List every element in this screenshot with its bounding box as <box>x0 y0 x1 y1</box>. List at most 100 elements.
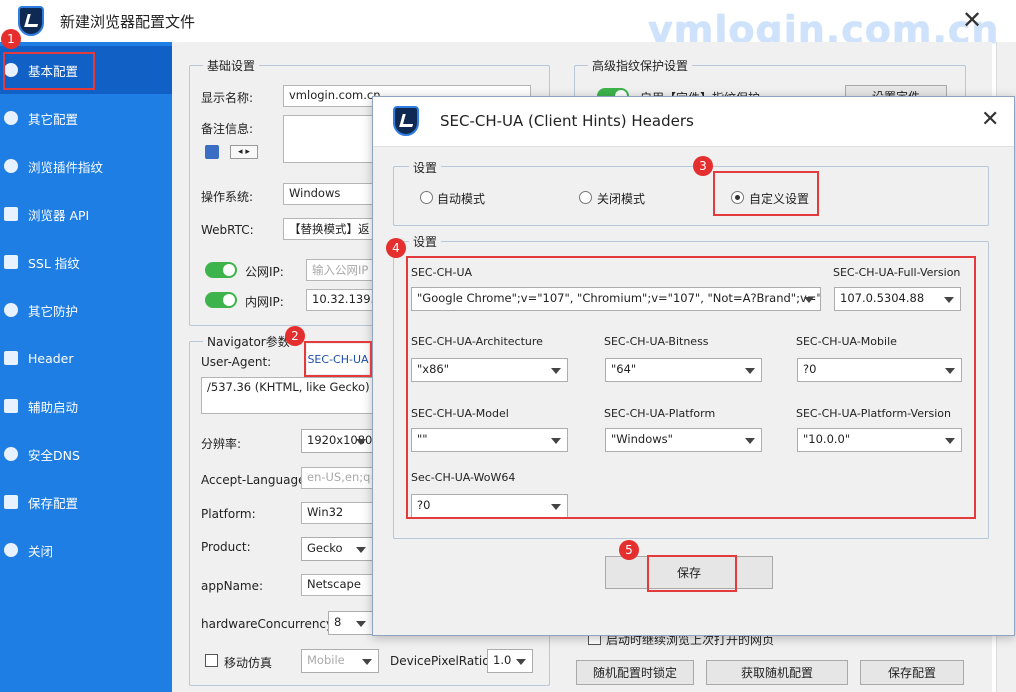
chrome-icon <box>4 111 18 125</box>
step-badge-1: 1 <box>1 29 21 49</box>
lock-icon <box>4 255 18 269</box>
mobile-field-select[interactable]: ?0 <box>797 358 962 382</box>
user-agent-textarea[interactable]: /537.36 (KHTML, like Gecko) Chrom <box>201 377 373 414</box>
accept-language-input[interactable]: en-US,en;q= <box>301 467 373 489</box>
hardware-concurrency-select[interactable]: 8 <box>328 611 373 635</box>
display-name-label: 显示名称: <box>201 91 254 105</box>
cmd-icon <box>4 399 18 413</box>
sec-ch-ua-label: SEC-CH-UA <box>411 266 473 279</box>
platform-version-label: SEC-CH-UA-Platform-Version <box>796 407 951 420</box>
dpr-label: DevicePixelRatio: <box>390 654 494 668</box>
step-badge-4: 4 <box>386 238 406 258</box>
mobile-checkbox[interactable] <box>205 654 218 667</box>
accept-language-label: Accept-Language: <box>201 473 310 487</box>
bitness-label: SEC-CH-UA-Bitness <box>604 335 709 348</box>
plugin-icon <box>4 159 18 173</box>
sec-ch-ua-dialog: SEC-CH-UA (Client Hints) Headers ✕ 设置 自动… <box>372 96 1015 636</box>
header-icon <box>4 351 18 365</box>
private-ip-input[interactable]: 10.32.139.2 <box>306 289 373 311</box>
navigator-title: Navigator参数 <box>203 333 294 350</box>
dialog-logo-icon <box>393 106 419 136</box>
auto-mode-radio[interactable] <box>420 191 433 204</box>
save-config-button[interactable]: 保存配置 <box>860 660 964 685</box>
sidebar-item-save[interactable]: 保存配置 <box>0 478 172 526</box>
appname-label: appName: <box>201 579 264 593</box>
sidebar-item-basic[interactable]: 基本配置 <box>0 46 172 94</box>
platform-version-select[interactable]: "10.0.0" <box>797 428 962 452</box>
platform-input[interactable]: Win32 <box>301 502 373 524</box>
compass-icon <box>4 63 18 77</box>
bitness-select[interactable]: "64" <box>605 358 762 382</box>
full-version-select[interactable]: 107.0.5304.88 <box>834 287 961 311</box>
sidebar-item-assist-launch[interactable]: 辅助启动 <box>0 382 172 430</box>
dialog-title: SEC-CH-UA (Client Hints) Headers <box>440 112 694 130</box>
close-circle-icon <box>4 543 18 557</box>
sidebar-item-header[interactable]: Header <box>0 334 172 382</box>
sidebar: 基本配置 其它配置 浏览插件指纹 浏览器 API SSL 指纹 其它防护 Hea… <box>0 42 172 692</box>
dialog-close-icon[interactable]: ✕ <box>981 109 999 131</box>
private-ip-toggle[interactable] <box>205 292 237 308</box>
product-select[interactable]: Gecko <box>301 537 373 561</box>
mobile-field-label: SEC-CH-UA-Mobile <box>796 335 897 348</box>
resolution-label: 分辨率: <box>201 437 242 451</box>
sidebar-item-browser-api[interactable]: 浏览器 API <box>0 190 172 238</box>
appname-input[interactable]: Netscape <box>301 574 373 596</box>
sec-ch-ua-button[interactable]: SEC-CH-UA <box>307 344 369 374</box>
model-select[interactable]: "" <box>411 428 568 452</box>
get-random-config-button[interactable]: 获取随机配置 <box>706 660 848 685</box>
user-agent-label: User-Agent: <box>201 355 272 369</box>
custom-mode-radio[interactable] <box>731 191 744 204</box>
platform-field-label: SEC-CH-UA-Platform <box>604 407 716 420</box>
os-label: 操作系统: <box>201 190 254 204</box>
sidebar-item-secure-dns[interactable]: 安全DNS <box>0 430 172 478</box>
sidebar-item-close[interactable]: 关闭 <box>0 526 172 574</box>
sidebar-item-plugin-fingerprint[interactable]: 浏览插件指纹 <box>0 142 172 190</box>
platform-field-select[interactable]: "Windows" <box>605 428 762 452</box>
webrtc-select[interactable]: 【替换模式】返 <box>283 218 373 240</box>
hardware-concurrency-label: hardwareConcurrency: <box>201 617 337 631</box>
resolution-select[interactable]: 1920x1080 <box>301 429 373 453</box>
public-ip-toggle[interactable] <box>205 262 237 278</box>
wow64-label: Sec-CH-UA-WoW64 <box>411 471 516 484</box>
public-ip-label: 公网IP: <box>245 265 284 279</box>
basic-settings-title: 基础设置 <box>203 57 260 74</box>
vmlogin-logo-icon <box>18 6 44 36</box>
full-version-label: SEC-CH-UA-Full-Version <box>833 266 961 279</box>
sec-ch-ua-select[interactable]: "Google Chrome";v="107", "Chromium";v="1… <box>411 287 821 311</box>
window-title: 新建浏览器配置文件 <box>60 13 196 31</box>
architecture-label: SEC-CH-UA-Architecture <box>411 335 543 348</box>
off-mode-radio[interactable] <box>579 191 592 204</box>
custom-mode-label: 自定义设置 <box>749 192 810 206</box>
public-ip-input[interactable]: 输入公网IP <box>306 259 373 281</box>
custom-settings-title: 设置 <box>409 233 442 250</box>
dns-icon <box>4 447 18 461</box>
mobile-label: 移动仿真 <box>224 656 273 670</box>
title-bar: 新建浏览器配置文件 vmlogin.com.cn ✕ <box>0 0 1016 52</box>
mode-group-title: 设置 <box>409 159 442 176</box>
save-icon <box>4 495 18 509</box>
dialog-save-button[interactable]: 保存 <box>605 556 773 589</box>
dialog-title-bar: SEC-CH-UA (Client Hints) Headers ✕ <box>373 97 1014 147</box>
model-label: SEC-CH-UA-Model <box>411 407 509 420</box>
remark-label: 备注信息: <box>201 122 254 136</box>
home-icon[interactable] <box>205 145 219 159</box>
wow64-select[interactable]: ?0 <box>411 494 568 518</box>
remark-textarea[interactable] <box>283 115 373 163</box>
off-mode-label: 关闭模式 <box>597 192 646 206</box>
sidebar-item-other-config[interactable]: 其它配置 <box>0 94 172 142</box>
random-lock-button[interactable]: 随机配置时锁定 <box>576 660 694 685</box>
auto-mode-label: 自动模式 <box>437 192 486 206</box>
sidebar-item-ssl[interactable]: SSL 指纹 <box>0 238 172 286</box>
advanced-settings-title: 高级指纹保护设置 <box>588 57 693 74</box>
platform-label: Platform: <box>201 507 256 521</box>
nav-arrows-icon[interactable]: ◂ ▸ <box>230 145 258 159</box>
sidebar-item-other-protection[interactable]: 其它防护 <box>0 286 172 334</box>
window-close-icon[interactable]: ✕ <box>962 8 982 32</box>
step-badge-5: 5 <box>619 540 639 560</box>
mobile-select[interactable]: Mobile <box>301 649 379 673</box>
step-badge-3: 3 <box>693 156 713 176</box>
os-select[interactable]: Windows <box>283 183 373 205</box>
dpr-select[interactable]: 1.0 <box>487 649 533 673</box>
architecture-select[interactable]: "x86" <box>411 358 568 382</box>
shield-icon <box>4 303 18 317</box>
